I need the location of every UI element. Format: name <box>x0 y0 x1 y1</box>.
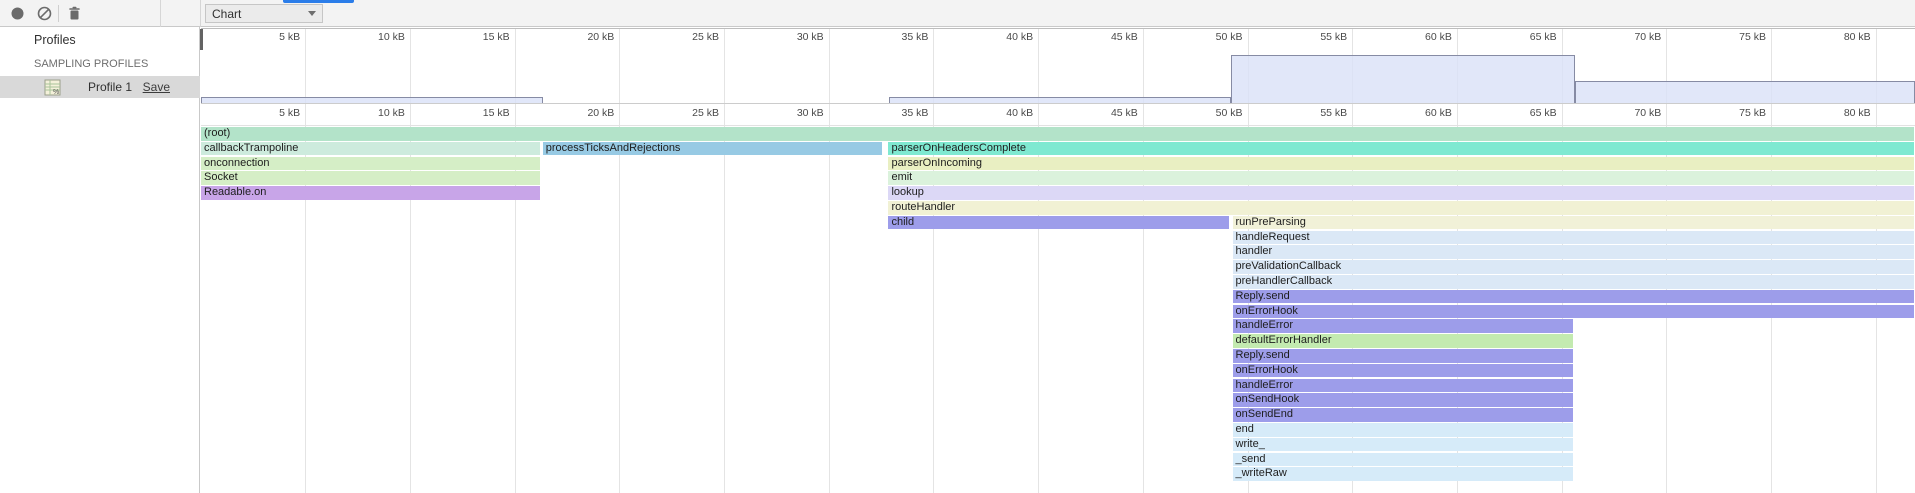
ruler-bottom-border <box>201 125 1915 126</box>
flame-bar[interactable]: lookup <box>888 186 1914 200</box>
flame-bar[interactable]: processTicksAndRejections <box>543 142 882 156</box>
flame-bar[interactable]: onErrorHook <box>1233 305 1914 319</box>
axis-tick-label: 50 kB <box>1163 107 1243 119</box>
axis-tick-label: 10 kB <box>325 31 405 43</box>
chevron-down-icon <box>308 11 316 16</box>
axis-tick-label: 5 kB <box>220 107 300 119</box>
axis-tick-label: 5 kB <box>220 31 300 43</box>
flame-bar[interactable]: Reply.send <box>1233 290 1914 304</box>
overview-step[interactable] <box>1575 81 1915 103</box>
flame-bar[interactable]: parserOnIncoming <box>888 157 1914 171</box>
axis-tick-label: 30 kB <box>744 31 824 43</box>
flame-bar[interactable]: handleRequest <box>1233 231 1914 245</box>
overview-step[interactable] <box>1231 55 1575 103</box>
axis-tick-label: 50 kB <box>1163 31 1243 43</box>
sidebar: Profiles SAMPLING PROFILES % Profile 1 S… <box>0 27 200 493</box>
active-tab-indicator <box>283 0 354 3</box>
view-mode-select[interactable]: Chart <box>205 4 323 23</box>
flame-bar[interactable]: _writeRaw <box>1233 467 1574 481</box>
toolbar-pane-separator <box>160 0 161 27</box>
axis-tick-label: 65 kB <box>1477 31 1557 43</box>
flame-bar[interactable]: preValidationCallback <box>1233 260 1914 274</box>
toolbar-separator <box>58 5 59 22</box>
sidebar-item-profile-1[interactable]: % Profile 1 Save <box>0 76 200 98</box>
toolbar: Chart <box>0 0 1915 27</box>
axis-tick-label: 60 kB <box>1372 107 1452 119</box>
flame-bar[interactable]: handleError <box>1233 319 1574 333</box>
gridline <box>724 28 725 493</box>
view-mode-value: Chart <box>212 7 241 21</box>
axis-tick-label: 25 kB <box>639 107 719 119</box>
gridline <box>619 28 620 493</box>
axis-tick-label: 10 kB <box>325 107 405 119</box>
devtools-memory-panel: Chart Profiles SAMPLING PROFILES % Profi… <box>0 0 1915 493</box>
sidebar-section-label: SAMPLING PROFILES <box>34 58 148 70</box>
flame-bar[interactable]: onErrorHook <box>1233 364 1574 378</box>
axis-tick-label: 70 kB <box>1581 31 1661 43</box>
svg-text:%: % <box>53 89 59 96</box>
trash-icon[interactable] <box>66 5 83 22</box>
flame-bar[interactable]: write_ <box>1233 438 1574 452</box>
flame-bar[interactable]: end <box>1233 423 1574 437</box>
axis-tick-label: 25 kB <box>639 31 719 43</box>
record-icon[interactable] <box>9 5 26 22</box>
flame-bar[interactable]: routeHandler <box>888 201 1914 215</box>
flame-bar[interactable]: handler <box>1233 245 1914 259</box>
gridline <box>829 28 830 493</box>
profile-name: Profile 1 <box>88 80 132 94</box>
axis-tick-label: 55 kB <box>1267 31 1347 43</box>
flame-bar[interactable]: preHandlerCallback <box>1233 275 1914 289</box>
overview-top-border <box>201 28 1915 29</box>
axis-tick-label: 60 kB <box>1372 31 1452 43</box>
axis-tick-label: 40 kB <box>953 31 1033 43</box>
axis-tick-label: 70 kB <box>1581 107 1661 119</box>
flame-bar[interactable]: _send <box>1233 453 1574 467</box>
axis-tick-label: 15 kB <box>430 31 510 43</box>
axis-tick-label: 35 kB <box>848 31 928 43</box>
flame-bar[interactable]: Readable.on <box>201 186 540 200</box>
overview-scroll-handle[interactable] <box>200 29 203 50</box>
axis-tick-label: 40 kB <box>953 107 1033 119</box>
flame-bar[interactable]: child <box>888 216 1228 230</box>
overview-bottom-border <box>201 103 1915 104</box>
flame-bar[interactable]: handleError <box>1233 379 1574 393</box>
flame-bar[interactable]: parserOnHeadersComplete <box>888 142 1914 156</box>
flame-bar[interactable]: runPreParsing <box>1233 216 1914 230</box>
axis-tick-label: 20 kB <box>534 31 614 43</box>
axis-tick-label: 80 kB <box>1791 31 1871 43</box>
flame-bar[interactable]: defaultErrorHandler <box>1233 334 1574 348</box>
flame-bar[interactable]: (root) <box>201 127 1914 141</box>
flame-bar[interactable]: Socket <box>201 171 540 185</box>
sidebar-heading: Profiles <box>34 33 76 47</box>
axis-tick-label: 65 kB <box>1477 107 1557 119</box>
axis-tick-label: 80 kB <box>1791 107 1871 119</box>
flame-bar[interactable]: callbackTrampoline <box>201 142 540 156</box>
axis-tick-label: 55 kB <box>1267 107 1347 119</box>
profile-save-link[interactable]: Save <box>143 80 170 94</box>
axis-tick-label: 30 kB <box>744 107 824 119</box>
flame-bar[interactable]: Reply.send <box>1233 349 1574 363</box>
toolbar-pane-separator <box>200 0 201 27</box>
axis-tick-label: 45 kB <box>1058 31 1138 43</box>
axis-tick-label: 75 kB <box>1686 31 1766 43</box>
axis-tick-label: 45 kB <box>1058 107 1138 119</box>
flame-bar[interactable]: onconnection <box>201 157 540 171</box>
axis-tick-label: 20 kB <box>534 107 614 119</box>
flame-bar[interactable]: onSendHook <box>1233 393 1574 407</box>
axis-tick-label: 15 kB <box>430 107 510 119</box>
axis-tick-label: 35 kB <box>848 107 928 119</box>
clear-all-icon[interactable] <box>36 5 53 22</box>
flame-bar[interactable]: onSendEnd <box>1233 408 1574 422</box>
flame-bar[interactable]: emit <box>888 171 1914 185</box>
profile-icon: % <box>44 79 61 96</box>
axis-tick-label: 75 kB <box>1686 107 1766 119</box>
